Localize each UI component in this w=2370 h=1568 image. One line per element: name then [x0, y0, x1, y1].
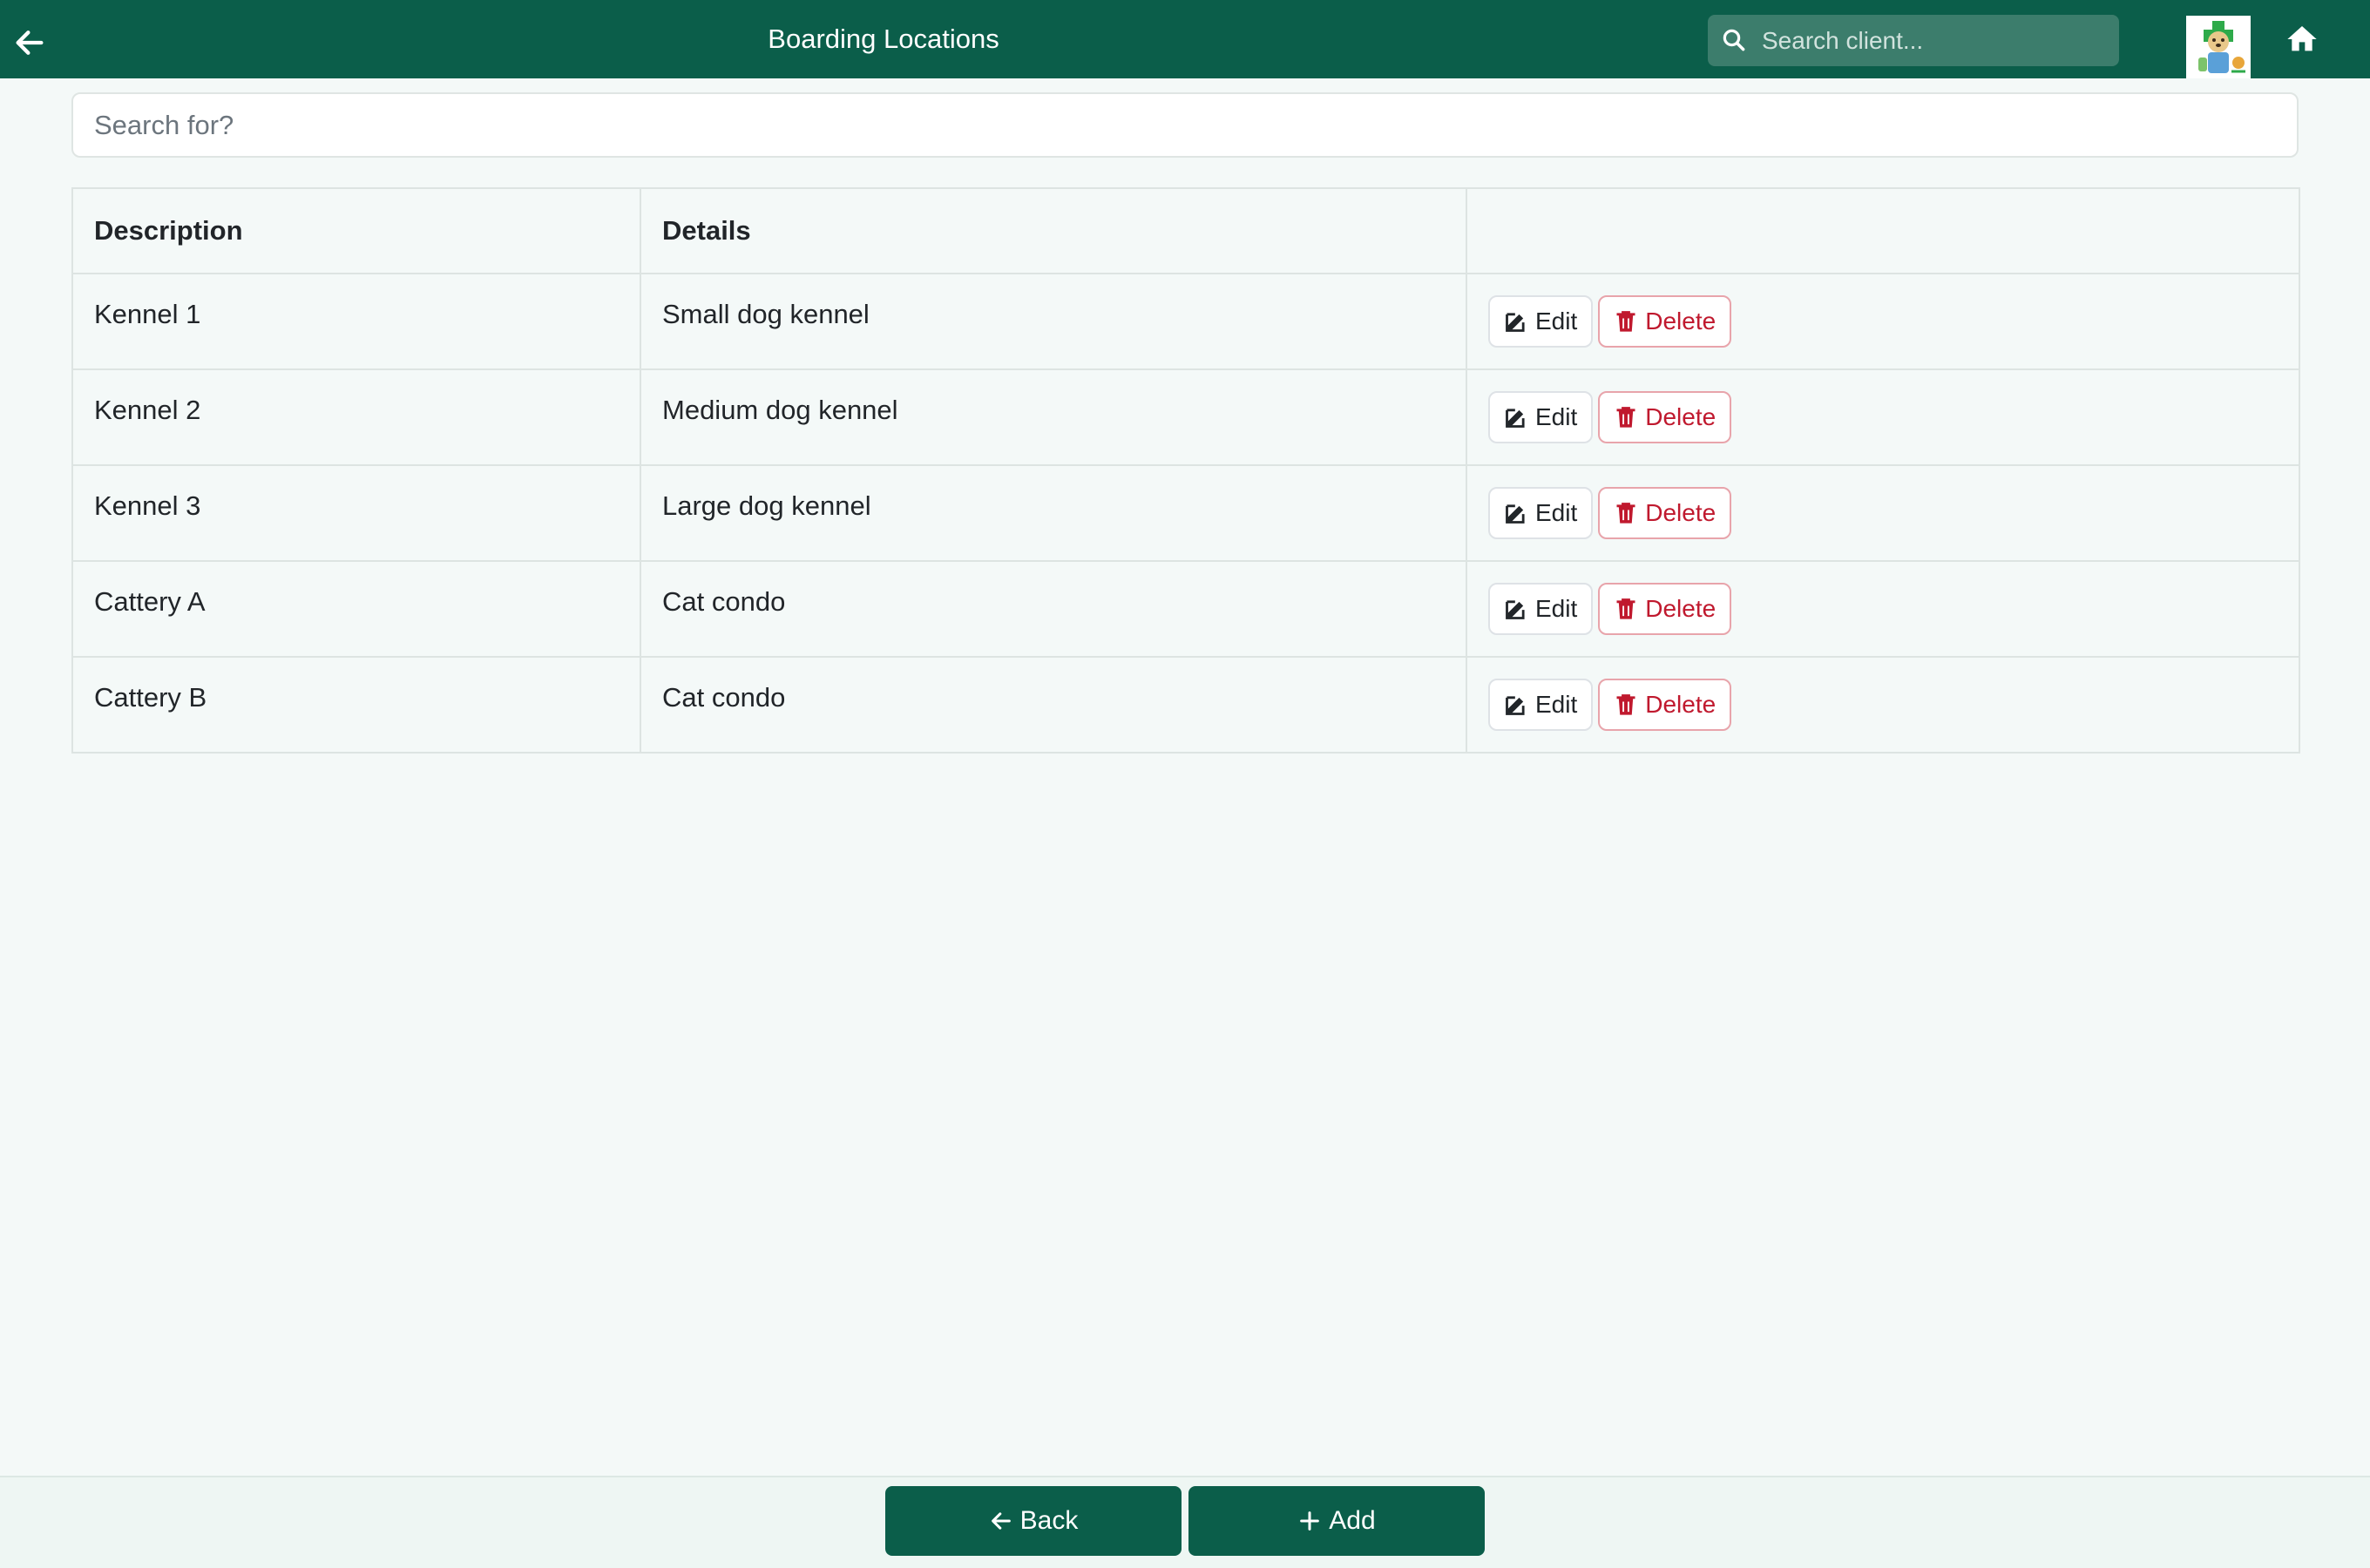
cell-actions: Edit Delete [1466, 273, 2300, 370]
edit-icon [1506, 696, 1525, 715]
delete-label: Delete [1645, 403, 1717, 430]
delete-button[interactable]: Delete [1598, 487, 1732, 539]
cell-actions: Edit Delete [1466, 368, 2300, 466]
delete-button[interactable]: Delete [1598, 583, 1732, 635]
trash-icon [1616, 598, 1635, 619]
add-label: Add [1329, 1506, 1376, 1535]
edit-button[interactable]: Edit [1488, 391, 1594, 443]
add-button[interactable]: Add [1188, 1486, 1485, 1556]
arrow-left-icon [991, 1512, 1011, 1530]
trash-icon [1616, 407, 1635, 428]
table-row: Kennel 3 Large dog kennel Edit Delete [71, 464, 2300, 562]
table-row: Kennel 2 Medium dog kennel Edit Delete [71, 368, 2300, 466]
edit-label: Edit [1535, 691, 1578, 718]
column-header-description[interactable]: Description [71, 187, 641, 274]
back-label: Back [1019, 1506, 1079, 1535]
cell-description: Kennel 3 [71, 464, 641, 562]
client-search-box [1708, 15, 2119, 66]
cell-details: Large dog kennel [640, 464, 1467, 562]
edit-label: Edit [1535, 308, 1578, 335]
page-title: Boarding Locations [768, 24, 999, 54]
column-header-details[interactable]: Details [640, 187, 1467, 274]
delete-label: Delete [1645, 691, 1717, 718]
delete-button[interactable]: Delete [1598, 295, 1732, 348]
trash-icon [1616, 311, 1635, 332]
edit-icon [1506, 409, 1525, 428]
delete-label: Delete [1645, 308, 1717, 335]
delete-button[interactable]: Delete [1598, 679, 1732, 731]
cell-actions: Edit Delete [1466, 656, 2300, 754]
table-header-row: Description Details [71, 187, 2300, 274]
table-search-input[interactable] [71, 92, 2299, 158]
cell-description: Cattery B [71, 656, 641, 754]
boarding-locations-table: Description Details Kennel 1 Small dog k… [71, 187, 2300, 754]
edit-button[interactable]: Edit [1488, 487, 1594, 539]
table-row: Kennel 1 Small dog kennel Edit Delete [71, 273, 2300, 370]
delete-button[interactable]: Delete [1598, 391, 1732, 443]
edit-label: Edit [1535, 499, 1578, 526]
plus-icon [1300, 1511, 1320, 1531]
cell-actions: Edit Delete [1466, 464, 2300, 562]
table-row: Cattery B Cat condo Edit Delete [71, 656, 2300, 754]
search-icon [1723, 29, 1745, 51]
trash-icon [1616, 694, 1635, 715]
edit-button[interactable]: Edit [1488, 583, 1594, 635]
home-icon[interactable] [2284, 22, 2320, 57]
cell-details: Medium dog kennel [640, 368, 1467, 466]
column-header-actions [1466, 187, 2300, 274]
delete-label: Delete [1645, 595, 1717, 622]
cell-description: Cattery A [71, 560, 641, 658]
edit-label: Edit [1535, 595, 1578, 622]
cell-actions: Edit Delete [1466, 560, 2300, 658]
delete-label: Delete [1645, 499, 1717, 526]
cell-description: Kennel 1 [71, 273, 641, 370]
clinic-logo-avatar[interactable] [2186, 16, 2251, 78]
edit-label: Edit [1535, 403, 1578, 430]
cell-details: Cat condo [640, 560, 1467, 658]
back-button[interactable]: Back [885, 1486, 1182, 1556]
cell-details: Cat condo [640, 656, 1467, 754]
edit-button[interactable]: Edit [1488, 679, 1594, 731]
trash-icon [1616, 503, 1635, 524]
table-row: Cattery A Cat condo Edit Delete [71, 560, 2300, 658]
client-search-input[interactable] [1762, 15, 2110, 66]
cell-details: Small dog kennel [640, 273, 1467, 370]
top-navbar: Boarding Locations [0, 0, 2370, 78]
edit-icon [1506, 600, 1525, 619]
cell-description: Kennel 2 [71, 368, 641, 466]
edit-icon [1506, 313, 1525, 332]
footer-bar: Back Add [0, 1476, 2370, 1568]
edit-icon [1506, 504, 1525, 524]
edit-button[interactable]: Edit [1488, 295, 1594, 348]
